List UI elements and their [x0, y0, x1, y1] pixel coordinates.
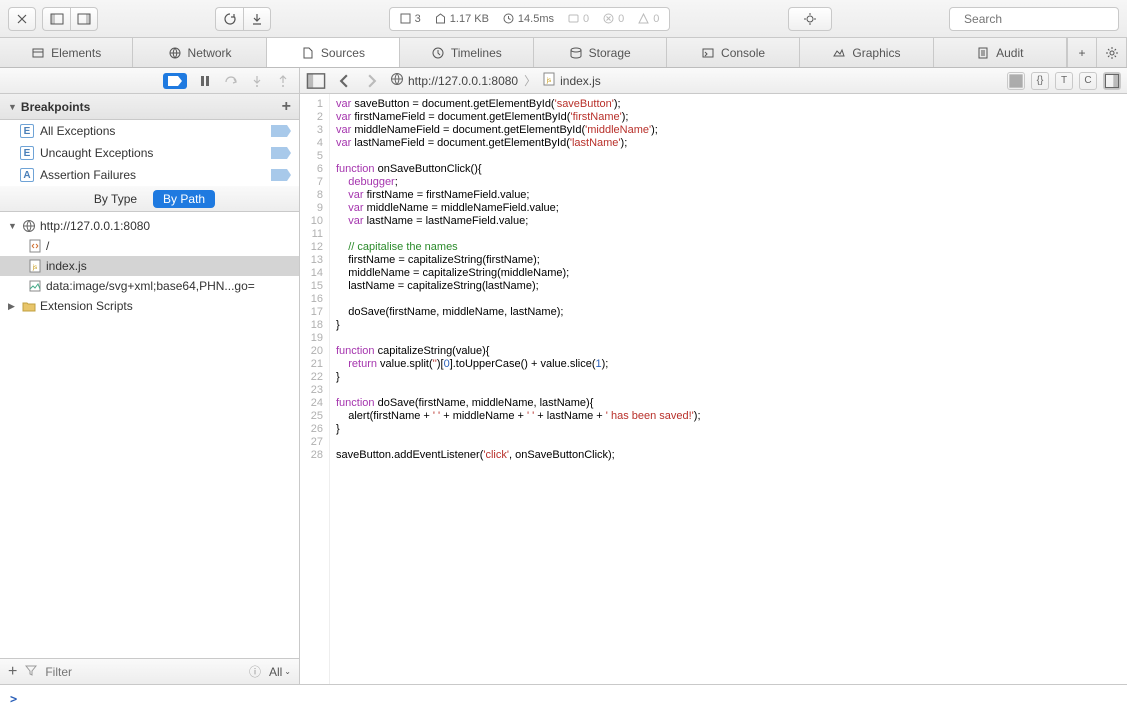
code-coverage-button[interactable]: T: [1055, 72, 1073, 90]
close-button[interactable]: [8, 7, 36, 31]
inspect-element-button[interactable]: [788, 7, 832, 31]
breakpoint-assertion-failures[interactable]: A Assertion Failures: [0, 164, 299, 186]
breadcrumb[interactable]: http://127.0.0.1:8080 〉 js index.js: [390, 72, 601, 89]
globe-icon: [22, 219, 36, 233]
exception-icon: E: [20, 146, 34, 160]
panel-tabbar: Elements Network Sources Timelines Stora…: [0, 38, 1127, 68]
step-over-icon[interactable]: [223, 73, 239, 89]
debugger-toolbar: [0, 68, 299, 94]
toggle-left-sidebar-button[interactable]: [306, 71, 326, 91]
nav-back-button[interactable]: [334, 71, 354, 91]
step-in-icon[interactable]: [249, 73, 265, 89]
dock-left-button[interactable]: [42, 7, 70, 31]
disclosure-triangle-icon: ▼: [8, 102, 17, 112]
svg-text:js: js: [32, 265, 37, 271]
resource-tree: ▼ http://127.0.0.1:8080 / js index.js da…: [0, 212, 299, 658]
resource-filter-row: By Type By Path: [0, 186, 299, 212]
globe-icon: [390, 72, 404, 89]
breakpoints-header[interactable]: ▼ Breakpoints +: [0, 94, 299, 120]
pause-icon[interactable]: [197, 73, 213, 89]
status-size: 1.17 KB: [435, 13, 489, 25]
sidebar-footer: + ⓘ All⌄: [0, 658, 299, 684]
tab-graphics[interactable]: Graphics: [800, 38, 933, 67]
console-prompt-icon: >: [10, 692, 17, 706]
add-resource-button[interactable]: +: [8, 663, 17, 681]
window-toolbar: 3 1.17 KB 14.5ms 0 0 0: [0, 0, 1127, 38]
disclosure-triangle-icon: ▶: [8, 301, 18, 312]
tab-storage[interactable]: Storage: [534, 38, 667, 67]
tab-console[interactable]: Console: [667, 38, 800, 67]
code-content[interactable]: var saveButton = document.getElementById…: [330, 94, 1127, 684]
html-file-icon: [28, 239, 42, 253]
filter-icon: [25, 664, 37, 679]
coverage-button[interactable]: C: [1079, 72, 1097, 90]
console-prompt-row[interactable]: >: [0, 684, 1127, 713]
download-button[interactable]: [243, 7, 271, 31]
source-editor: http://127.0.0.1:8080 〉 js index.js {} T…: [300, 68, 1127, 684]
search-box[interactable]: [949, 7, 1119, 31]
js-file-icon: js: [28, 259, 42, 273]
tree-host[interactable]: ▼ http://127.0.0.1:8080: [0, 216, 299, 236]
tab-audit[interactable]: Audit: [934, 38, 1067, 67]
status-bar: 3 1.17 KB 14.5ms 0 0 0: [389, 7, 671, 31]
add-breakpoint-button[interactable]: +: [282, 98, 291, 116]
status-time: 14.5ms: [503, 13, 554, 25]
pretty-print-button[interactable]: [1007, 72, 1025, 90]
tab-elements[interactable]: Elements: [0, 38, 133, 67]
tree-item-indexjs[interactable]: js index.js: [0, 256, 299, 276]
nav-forward-button[interactable]: [362, 71, 382, 91]
editor-header: http://127.0.0.1:8080 〉 js index.js {} T…: [300, 68, 1127, 94]
filter-by-type[interactable]: By Type: [84, 190, 147, 208]
tab-timelines[interactable]: Timelines: [400, 38, 533, 67]
assertion-icon: A: [20, 168, 34, 182]
reload-button[interactable]: [215, 7, 243, 31]
toggle-right-sidebar-button[interactable]: [1103, 72, 1121, 90]
breakpoint-all-exceptions[interactable]: E All Exceptions: [0, 120, 299, 142]
filter-by-path[interactable]: By Path: [153, 190, 215, 208]
tab-sources[interactable]: Sources: [267, 38, 400, 67]
sidebar: ▼ Breakpoints + E All Exceptions E Uncau…: [0, 68, 300, 684]
image-file-icon: [28, 279, 42, 293]
line-gutter[interactable]: 1234567891011121314151617181920212223242…: [300, 94, 330, 684]
step-out-icon[interactable]: [275, 73, 291, 89]
status-requests: 3: [400, 13, 421, 25]
status-warnings: 0: [638, 13, 659, 25]
filter-info-icon[interactable]: ⓘ: [249, 663, 261, 680]
dock-right-button[interactable]: [70, 7, 98, 31]
breakpoint-arrow-icon: [271, 147, 291, 159]
svg-text:js: js: [546, 78, 551, 84]
disclosure-triangle-icon: ▼: [8, 221, 18, 231]
exception-icon: E: [20, 124, 34, 138]
code-area[interactable]: 1234567891011121314151617181920212223242…: [300, 94, 1127, 684]
status-logs: 0: [568, 13, 589, 25]
tree-item-root[interactable]: /: [0, 236, 299, 256]
type-profiler-button[interactable]: {}: [1031, 72, 1049, 90]
breakpoint-arrow-icon: [271, 169, 291, 181]
folder-icon: [22, 299, 36, 313]
breakpoint-arrow-icon: [271, 125, 291, 137]
breakpoint-toggle-icon[interactable]: [163, 73, 187, 89]
tab-add-button[interactable]: +: [1067, 38, 1097, 67]
filter-all-dropdown[interactable]: All⌄: [269, 665, 291, 679]
js-file-icon: js: [542, 72, 556, 89]
breakpoint-uncaught-exceptions[interactable]: E Uncaught Exceptions: [0, 142, 299, 164]
tree-extension-scripts[interactable]: ▶ Extension Scripts: [0, 296, 299, 316]
tree-item-dataurl[interactable]: data:image/svg+xml;base64,PHN...go=: [0, 276, 299, 296]
status-errors: 0: [603, 13, 624, 25]
tab-settings-button[interactable]: [1097, 38, 1127, 67]
tab-network[interactable]: Network: [133, 38, 266, 67]
search-input[interactable]: [964, 12, 1119, 26]
filter-input[interactable]: [45, 665, 241, 679]
